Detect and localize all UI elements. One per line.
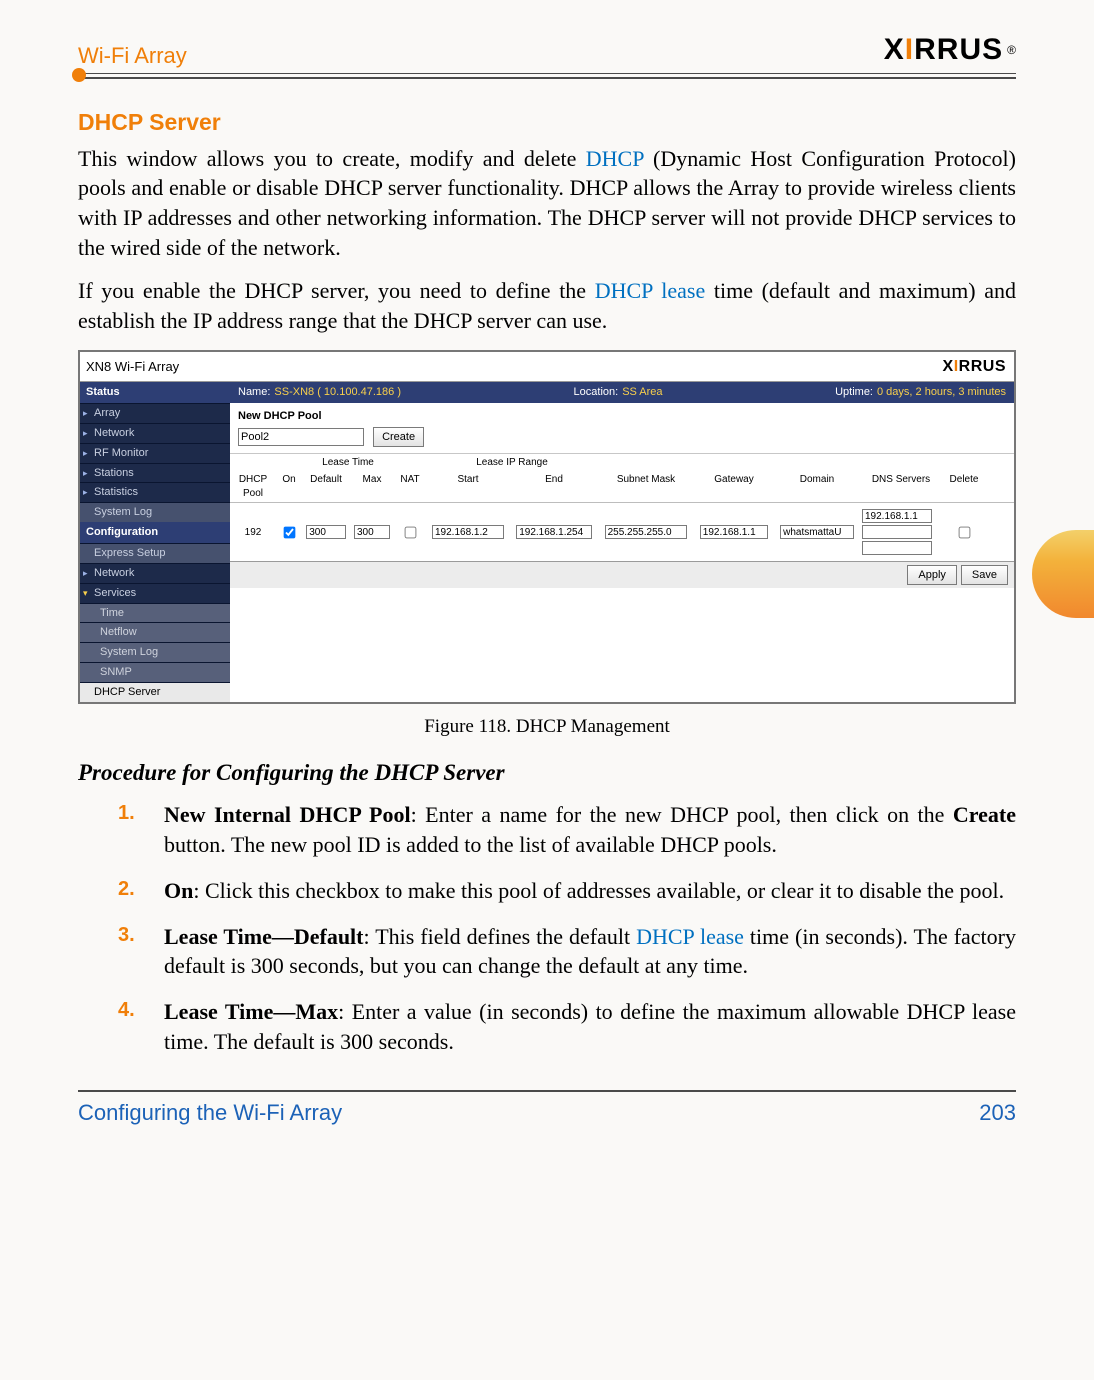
col-group-lease: Lease Time — [302, 454, 394, 472]
nav-item-cfg-network[interactable]: ▸Network — [80, 563, 230, 583]
step-4: 4. Lease Time—Max: Enter a value (in sec… — [78, 997, 1016, 1056]
dhcp-pool-row: 192 — [230, 503, 1014, 561]
col-start: Start — [426, 471, 510, 502]
nav-item-express-setup[interactable]: Express Setup — [80, 543, 230, 563]
nav-item-dhcp-server[interactable]: DHCP Server — [80, 682, 230, 702]
subnet-mask-input[interactable] — [605, 525, 688, 539]
col-domain: Domain — [774, 471, 860, 502]
ui-sidebar: Status ▸Array ▸Network ▸RF Monitor ▸Stat… — [80, 382, 230, 702]
col-mask: Subnet Mask — [598, 471, 694, 502]
nav-item-services[interactable]: ▾Services — [80, 583, 230, 603]
new-pool-input[interactable] — [238, 428, 364, 446]
col-on: On — [276, 471, 302, 502]
nav-item-array[interactable]: ▸Array — [80, 403, 230, 423]
dns3-input[interactable] — [862, 541, 932, 555]
nav-item-system-log[interactable]: System Log — [80, 502, 230, 522]
ui-info-bar: Name:SS-XN8 ( 10.100.47.186 ) Location:S… — [230, 382, 1014, 403]
end-ip-input[interactable] — [516, 525, 592, 539]
step-3: 3. Lease Time—Default: This field define… — [78, 922, 1016, 981]
page-number: 203 — [979, 1098, 1016, 1128]
nav-item-snmp[interactable]: SNMP — [80, 662, 230, 682]
col-group-range: Lease IP Range — [426, 454, 598, 472]
brand-logo: XIRRUS® — [884, 30, 1016, 71]
nav-group-configuration: Configuration — [80, 522, 230, 543]
nav-item-time[interactable]: Time — [80, 603, 230, 623]
figure-caption: Figure 118. DHCP Management — [78, 714, 1016, 740]
intro-paragraph-2: If you enable the DHCP server, you need … — [78, 276, 1016, 335]
apply-button[interactable]: Apply — [907, 565, 957, 585]
delete-checkbox[interactable] — [959, 527, 971, 539]
col-max: Max — [350, 471, 394, 502]
dns1-input[interactable] — [862, 509, 932, 523]
nav-item-rf-monitor[interactable]: ▸RF Monitor — [80, 443, 230, 463]
dhcp-lease-link[interactable]: DHCP lease — [595, 278, 705, 303]
dhcp-management-screenshot: XN8 Wi-Fi Array XIRRUS Status ▸Array ▸Ne… — [78, 350, 1016, 704]
col-delete: Delete — [942, 471, 986, 502]
nav-item-syslog[interactable]: System Log — [80, 642, 230, 662]
procedure-list: 1. New Internal DHCP Pool: Enter a name … — [78, 800, 1016, 1056]
col-end: End — [510, 471, 598, 502]
footer-rule — [78, 1090, 1016, 1092]
col-default: Default — [302, 471, 350, 502]
intro-paragraph-1: This window allows you to create, modify… — [78, 144, 1016, 263]
new-pool-label: New DHCP Pool — [238, 409, 1006, 424]
page-edge-tab — [1032, 530, 1094, 618]
dhcp-link[interactable]: DHCP — [586, 146, 644, 171]
header-rule — [78, 73, 1016, 95]
nat-checkbox[interactable] — [405, 527, 417, 539]
default-lease-input[interactable] — [306, 525, 346, 539]
start-ip-input[interactable] — [432, 525, 504, 539]
col-gateway: Gateway — [694, 471, 774, 502]
gateway-input[interactable] — [700, 525, 768, 539]
save-button[interactable]: Save — [961, 565, 1008, 585]
on-checkbox[interactable] — [284, 527, 296, 539]
dhcp-lease-link-2[interactable]: DHCP lease — [636, 924, 744, 949]
domain-input[interactable] — [780, 525, 854, 539]
col-nat: NAT — [394, 471, 426, 502]
col-pool: DHCP Pool — [230, 471, 276, 502]
ui-window-title: XN8 Wi-Fi Array — [86, 358, 179, 376]
max-lease-input[interactable] — [354, 525, 390, 539]
cell-pool: 192 — [230, 526, 276, 540]
nav-item-stations[interactable]: ▸Stations — [80, 463, 230, 483]
nav-item-statistics[interactable]: ▸Statistics — [80, 482, 230, 502]
nav-group-status: Status — [80, 382, 230, 403]
section-heading: DHCP Server — [78, 107, 1016, 138]
create-button[interactable]: Create — [373, 427, 424, 447]
footer-section: Configuring the Wi-Fi Array — [78, 1098, 342, 1128]
col-dns: DNS Servers — [860, 471, 942, 502]
ui-brand-logo: XIRRUS — [943, 356, 1006, 378]
nav-item-network[interactable]: ▸Network — [80, 423, 230, 443]
nav-item-netflow[interactable]: Netflow — [80, 622, 230, 642]
dns2-input[interactable] — [862, 525, 932, 539]
step-1: 1. New Internal DHCP Pool: Enter a name … — [78, 800, 1016, 859]
procedure-heading: Procedure for Configuring the DHCP Serve… — [78, 757, 1016, 788]
step-2: 2. On: Click this checkbox to make this … — [78, 876, 1016, 906]
product-name: Wi-Fi Array — [78, 41, 187, 71]
